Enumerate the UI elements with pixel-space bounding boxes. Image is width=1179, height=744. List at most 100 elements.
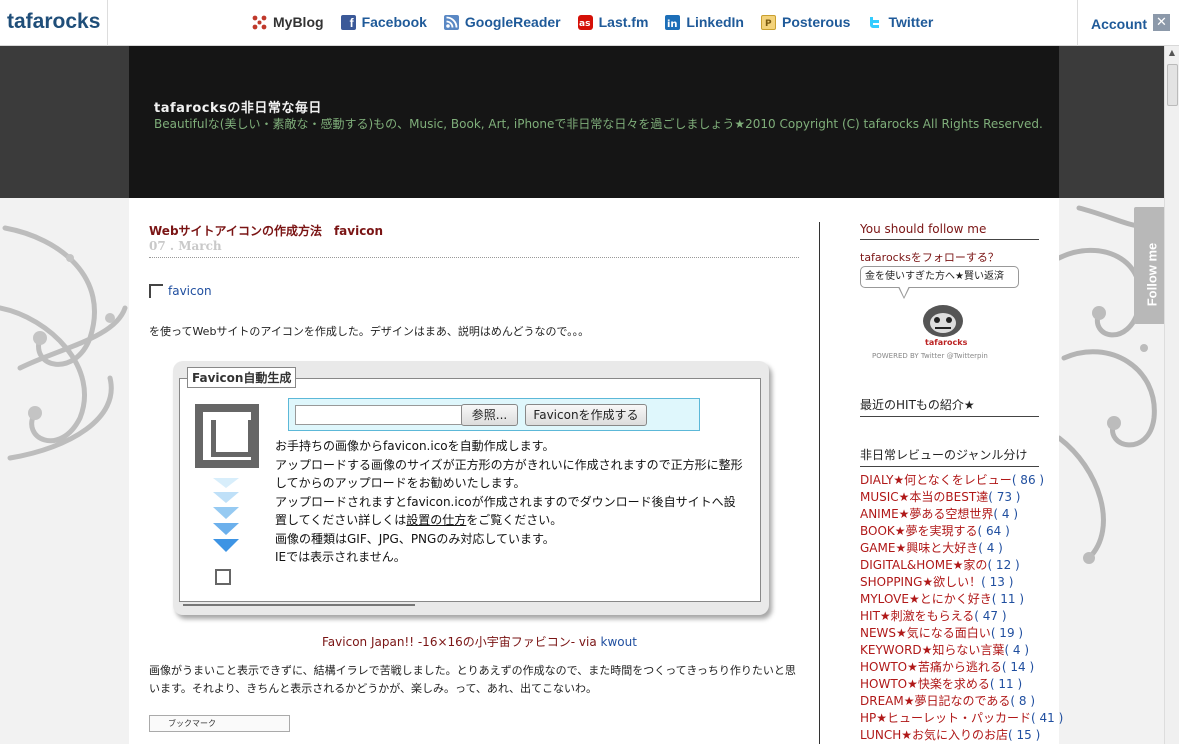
brand-name[interactable]: tafarocks	[7, 10, 100, 34]
googlereader-label: GoogleReader	[464, 14, 561, 30]
genre-item[interactable]: NEWS★気になる面白い( 19 )	[860, 625, 1063, 642]
post-intro: を使ってWebサイトのアイコンを作成した。デザインはまあ、説明はめんどうなので。…	[149, 325, 590, 338]
divider	[107, 0, 108, 46]
genre-heading: 非日常レビューのジャンル分け	[860, 446, 1039, 467]
facebook-link[interactable]: f Facebook	[340, 14, 427, 30]
instruction-line: アップロードする画像のサイズが正方形の方がきれいに作成されますので正方形に整形し…	[275, 457, 743, 491]
genre-item[interactable]: KEYWORD★知らない言葉( 4 )	[860, 642, 1063, 659]
googlereader-link[interactable]: GoogleReader	[443, 14, 561, 30]
arrow-down-icon	[213, 507, 239, 519]
create-favicon-button[interactable]: Faviconを作成する	[525, 404, 647, 426]
svg-text:in: in	[667, 19, 678, 30]
post-body: 画像がうまいこと表示できずに、結構イラレで苦戦しました。とりあえずの作成なので、…	[149, 664, 796, 695]
arrow-down-icon	[213, 539, 239, 552]
genre-item[interactable]: HOWTO★快楽を求める( 11 )	[860, 676, 1063, 693]
follow-heading: You should follow me	[860, 222, 1039, 240]
divider	[183, 604, 415, 606]
file-path-input[interactable]	[295, 405, 463, 425]
post-title[interactable]: Webサイトアイコンの作成方法 favicon	[149, 222, 383, 239]
via-caption: Favicon Japan!! -16×16の小宇宙ファビコン- via kwo…	[322, 633, 637, 650]
scrollbar[interactable]: ▲	[1164, 46, 1179, 744]
instruction-line: お手持ちの画像からfavicon.icoを自動作成します。	[275, 439, 555, 453]
column-divider	[819, 222, 820, 744]
favicon-generator-widget: Favicon自動生成 参照... Faviconを作成する お手持ちの画像から…	[173, 361, 769, 615]
svg-text:as: as	[579, 19, 590, 29]
arrow-down-icon	[213, 523, 239, 535]
genre-list: DIALY★何となくをレビュー( 86 ) MUSIC★本当のBEST達( 73…	[860, 472, 1063, 744]
bubble-tail	[899, 286, 909, 297]
arrow-down-icon	[213, 478, 239, 488]
main-content: Webサイトアイコンの作成方法 favicon 07 . March favic…	[129, 198, 1063, 744]
myblog-icon	[252, 14, 267, 30]
scroll-thumb[interactable]	[1167, 64, 1178, 106]
facebook-label: Facebook	[361, 14, 427, 30]
via-text[interactable]: Favicon Japan!! -16×16の小宇宙ファビコン- via	[322, 635, 601, 649]
browse-button[interactable]: 参照...	[461, 404, 518, 426]
favicon-link-label: favicon	[168, 284, 212, 298]
blog-header: tafarocksの非日常な毎日 Beautifulな(美しい・素敵な・感動する…	[129, 46, 1059, 198]
linkedin-icon: in	[665, 14, 681, 30]
close-icon[interactable]: ✕	[1153, 14, 1170, 31]
swirl-decoration-left	[0, 225, 128, 461]
genre-item[interactable]: HP★ヒューレット・パッカード( 41 )	[860, 710, 1063, 727]
arrow-down-icon	[213, 492, 239, 503]
divider	[1077, 0, 1078, 46]
genre-item[interactable]: ANIME★夢ある空想世界( 4 )	[860, 506, 1063, 523]
rss-icon	[443, 14, 459, 30]
blog-title[interactable]: tafarocksの非日常な毎日	[154, 97, 322, 116]
instruction-text: をご覧ください。	[466, 513, 563, 527]
instruction-line: IEでは表示されません。	[275, 550, 406, 564]
posterous-icon: P	[760, 14, 776, 30]
post-date: 07 . March	[149, 239, 222, 253]
genre-item[interactable]: DIALY★何となくをレビュー( 86 )	[860, 472, 1063, 489]
myblog-label: MyBlog	[273, 14, 324, 30]
top-bar: tafarocks MyBlog f Facebook GoogleReader…	[0, 0, 1179, 46]
genre-item[interactable]: LUNCH★お気に入りのお店( 15 )	[860, 727, 1063, 744]
account-button[interactable]: Account	[1091, 16, 1147, 32]
scroll-up-icon[interactable]: ▲	[1165, 48, 1179, 60]
lastfm-icon: as	[577, 14, 593, 30]
widget-instructions: お手持ちの画像からfavicon.icoを自動作成します。 アップロードする画像…	[275, 437, 745, 567]
follow-me-tab[interactable]: Follow me	[1134, 207, 1164, 324]
myblog-link[interactable]: MyBlog	[252, 14, 324, 30]
instruction-line: アップロードされますとfavicon.icoが作成されますのでダウンロード後自サ…	[275, 493, 745, 530]
posterous-label: Posterous	[781, 14, 851, 30]
widget-legend: Favicon自動生成	[187, 367, 297, 388]
genre-item[interactable]: MYLOVE★とにかく好き( 11 )	[860, 591, 1063, 608]
linkedin-link[interactable]: in LinkedIn	[665, 14, 744, 30]
avatar-label: tafarocks	[925, 338, 968, 347]
broken-image-icon	[149, 284, 163, 298]
genre-item[interactable]: MUSIC★本当のBEST達( 73 )	[860, 489, 1063, 506]
genre-item[interactable]: DIGITAL&HOME★家の( 12 )	[860, 557, 1063, 574]
install-guide-link[interactable]: 設置の仕方	[406, 513, 466, 527]
twitter-icon	[867, 15, 882, 30]
powered-by: POWERED BY Twitter @Twitterpin	[872, 352, 988, 360]
genre-item[interactable]: GAME★興味と大好き( 4 )	[860, 540, 1063, 557]
facebook-icon: f	[340, 14, 356, 30]
favicon-small-icon	[215, 569, 231, 585]
twitter-link[interactable]: Twitter	[867, 14, 933, 30]
lastfm-link[interactable]: as Last.fm	[577, 14, 649, 30]
lastfm-label: Last.fm	[598, 14, 649, 30]
upload-form: 参照... Faviconを作成する	[288, 398, 700, 431]
follow-link[interactable]: tafarocksをフォローする？	[860, 249, 999, 265]
svg-text:P: P	[765, 19, 772, 29]
hit-heading: 最近のHITもの紹介★	[860, 396, 1039, 417]
linkedin-label: LinkedIn	[686, 14, 744, 30]
blog-description: Beautifulな(美しい・素敵な・感動する)もの、Music, Book, …	[154, 117, 1043, 131]
tweet-bubble[interactable]: 金を使いすぎた方へ★賢い返済	[860, 266, 1019, 288]
instruction-line: 画像の種類はGIF、JPG、PNGのみ対応しています。	[275, 531, 555, 546]
genre-item[interactable]: DREAM★夢日記なのである( 8 )	[860, 693, 1063, 710]
bookmark-button[interactable]: ブックマーク	[149, 715, 290, 732]
favicon-logo-icon	[195, 404, 259, 468]
genre-item[interactable]: HIT★刺激をもらえる( 47 )	[860, 608, 1063, 625]
twitter-label: Twitter	[888, 14, 934, 30]
favicon-link[interactable]: favicon	[149, 284, 212, 298]
divider	[149, 257, 799, 258]
kwout-link[interactable]: kwout	[601, 635, 637, 649]
posterous-link[interactable]: P Posterous	[760, 14, 851, 30]
genre-item[interactable]: HOWTO★苦痛から逃れる( 14 )	[860, 659, 1063, 676]
genre-item[interactable]: SHOPPING★欲しい！( 13 )	[860, 574, 1063, 591]
social-links: MyBlog f Facebook GoogleReader as Last.f…	[252, 14, 933, 30]
genre-item[interactable]: BOOK★夢を実現する( 64 )	[860, 523, 1063, 540]
